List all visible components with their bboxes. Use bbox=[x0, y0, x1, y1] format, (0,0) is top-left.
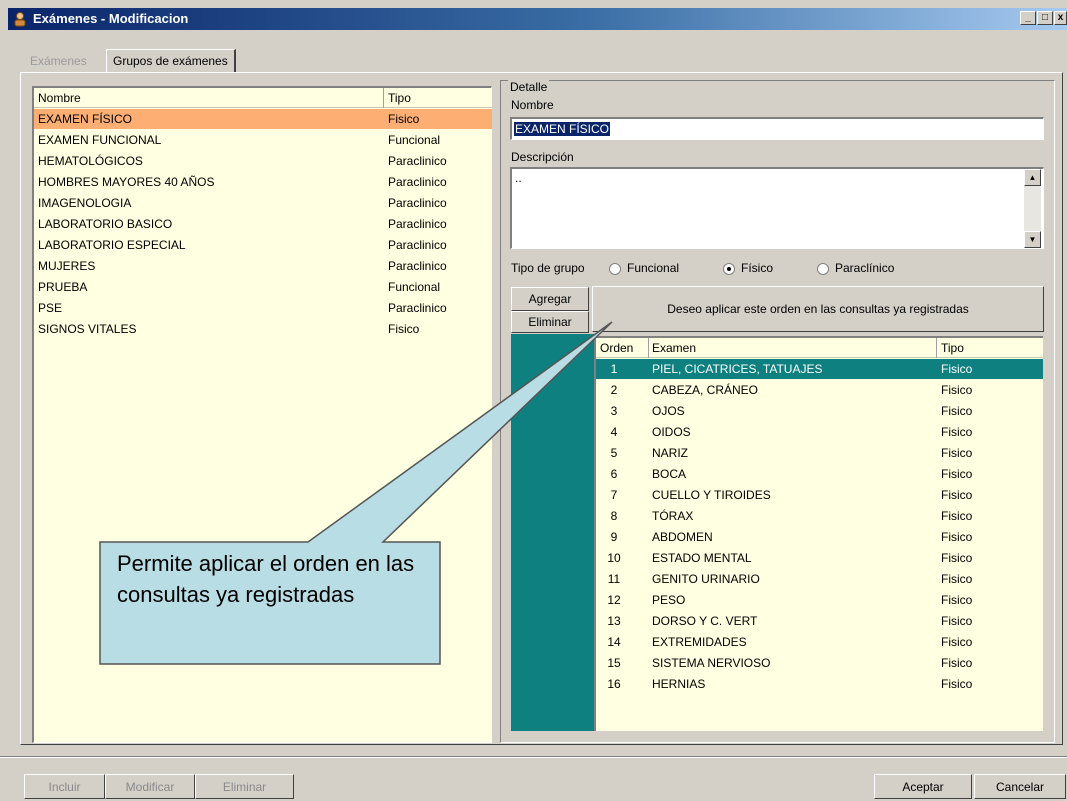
include-button[interactable]: Incluir bbox=[24, 774, 105, 799]
callout-text: Permite aplicar el orden en las consulta… bbox=[117, 551, 415, 607]
modify-button[interactable]: Modificar bbox=[105, 774, 195, 799]
accept-button[interactable]: Aceptar bbox=[874, 774, 972, 799]
delete-button[interactable]: Eliminar bbox=[195, 774, 294, 799]
callout-shape bbox=[99, 321, 613, 665]
cancel-button[interactable]: Cancelar bbox=[974, 774, 1066, 799]
footer-divider-highlight bbox=[0, 757, 1067, 758]
